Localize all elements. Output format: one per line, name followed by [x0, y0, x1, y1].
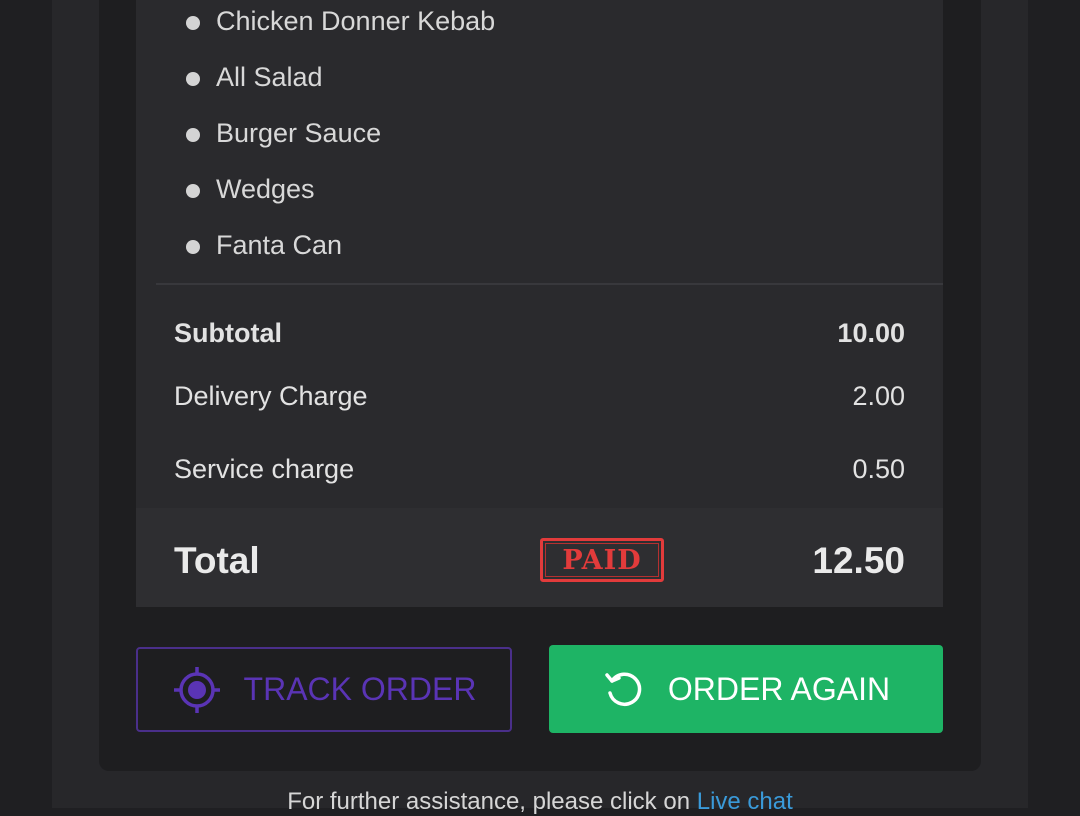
list-item: All Salad	[186, 57, 323, 97]
track-order-button[interactable]: TRACK ORDER	[136, 647, 512, 732]
footer-text: For further assistance, please click on	[287, 788, 697, 815]
bullet-dot-icon	[186, 72, 200, 86]
order-items-section: Chicken Donner Kebab All Salad Burger Sa…	[136, 0, 943, 285]
delivery-charge-value: 2.00	[852, 380, 905, 411]
service-charge-row: Service charge 0.50	[174, 449, 905, 489]
list-item: Chicken Donner Kebab	[186, 1, 495, 41]
item-name: Chicken Donner Kebab	[216, 5, 496, 36]
bullet-dot-icon	[186, 128, 200, 142]
item-name: All Salad	[216, 61, 323, 92]
service-charge-label: Service charge	[174, 453, 355, 484]
bullet-dot-icon	[186, 16, 200, 30]
crosshair-target-icon	[172, 665, 222, 715]
section-divider	[156, 283, 943, 285]
list-item: Burger Sauce	[186, 113, 381, 153]
delivery-charge-row: Delivery Charge 2.00	[174, 376, 905, 416]
bullet-dot-icon	[186, 240, 200, 254]
order-again-label: ORDER AGAIN	[667, 670, 891, 707]
delivery-charge-label: Delivery Charge	[174, 380, 368, 411]
order-again-button[interactable]: ORDER AGAIN	[549, 645, 943, 733]
list-item: Wedges	[186, 169, 315, 209]
total-value: 12.50	[812, 540, 905, 581]
service-charge-value: 0.50	[852, 453, 905, 484]
total-row: Total PAID 12.50	[136, 508, 943, 607]
order-receipt: Chicken Donner Kebab All Salad Burger Sa…	[136, 0, 943, 607]
refresh-icon	[602, 667, 646, 711]
paid-stamp: PAID	[540, 538, 664, 582]
track-order-label: TRACK ORDER	[243, 671, 477, 707]
total-label: Total	[174, 540, 260, 581]
subtotal-value: 10.00	[837, 317, 905, 348]
assistance-footer: For further assistance, please click on …	[0, 788, 1080, 816]
item-name: Burger Sauce	[216, 117, 382, 148]
live-chat-link[interactable]: Live chat	[697, 788, 793, 815]
list-item: Fanta Can	[186, 225, 342, 265]
paid-stamp-text: PAID	[562, 544, 642, 576]
item-name: Wedges	[216, 173, 315, 204]
item-name: Fanta Can	[216, 229, 343, 260]
subtotal-label: Subtotal	[174, 317, 282, 348]
bullet-dot-icon	[186, 184, 200, 198]
subtotal-row: Subtotal 10.00	[174, 313, 905, 353]
